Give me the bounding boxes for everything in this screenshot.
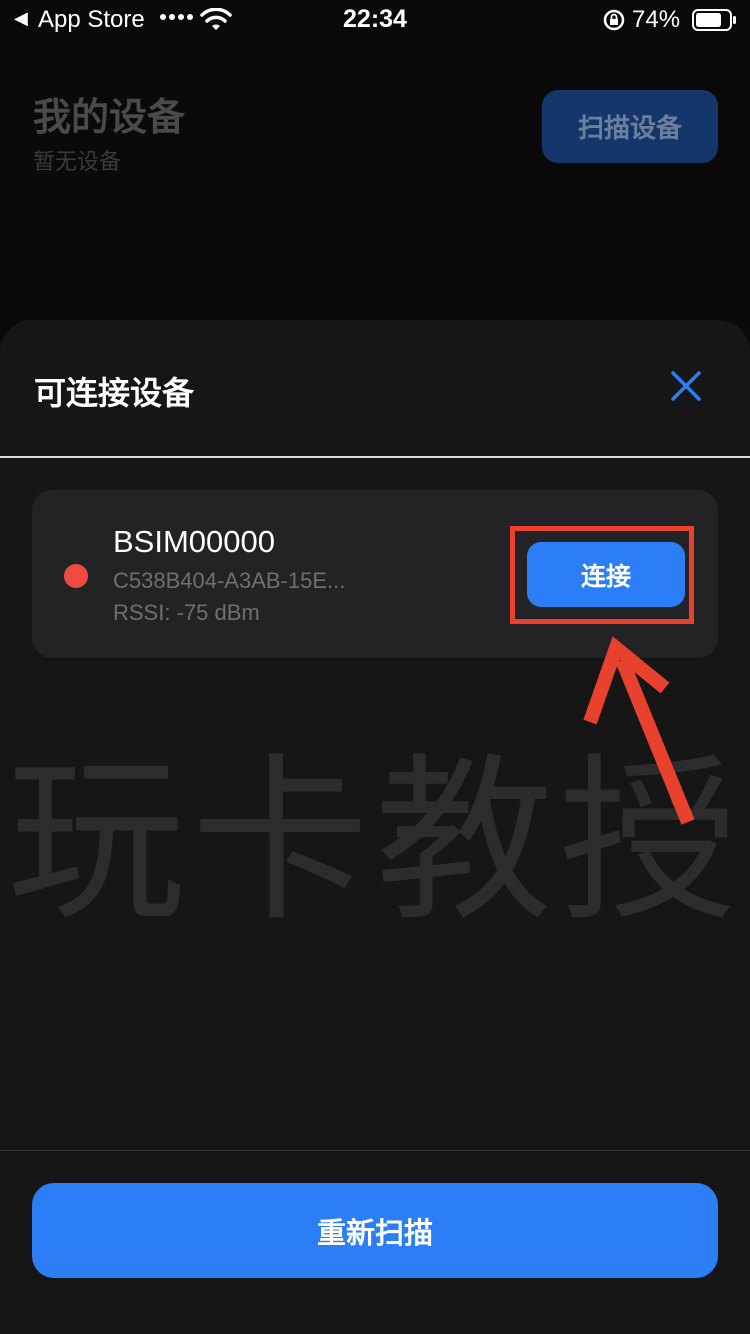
sheet-divider — [0, 456, 750, 458]
footer-divider — [0, 1150, 750, 1151]
empty-state-text: 暂无设备 — [33, 150, 122, 175]
available-devices-sheet: 可连接设备 BSIM00000 C538B404-A3AB-15E... RSS… — [0, 320, 750, 1334]
connection-status-dot — [64, 564, 88, 588]
close-icon — [671, 371, 701, 401]
battery-icon — [692, 9, 738, 36]
my-devices-page: 我的设备 暂无设备 扫描设备 — [0, 42, 750, 342]
screen: ◀ App Store 22:34 74% 我的设备 暂无设备 扫描设备 可连接… — [0, 0, 750, 1334]
device-rssi: RSSI: -75 dBm — [113, 600, 260, 625]
sheet-title: 可连接设备 — [34, 374, 195, 412]
connect-button[interactable]: 连接 — [527, 542, 685, 607]
watermark: 玩卡教授 — [7, 738, 743, 945]
orientation-lock-icon — [603, 9, 625, 36]
status-bar: ◀ App Store 22:34 74% — [0, 0, 750, 42]
page-title: 我的设备 — [33, 95, 186, 139]
rescan-button[interactable]: 重新扫描 — [32, 1183, 718, 1278]
device-list-item: BSIM00000 C538B404-A3AB-15E... RSSI: -75… — [32, 490, 718, 658]
device-uuid: C538B404-A3AB-15E... — [113, 568, 346, 593]
device-name: BSIM00000 — [113, 524, 275, 559]
battery-percent: 74% — [632, 6, 681, 33]
scan-devices-button[interactable]: 扫描设备 — [542, 90, 718, 163]
close-button[interactable] — [660, 360, 712, 412]
